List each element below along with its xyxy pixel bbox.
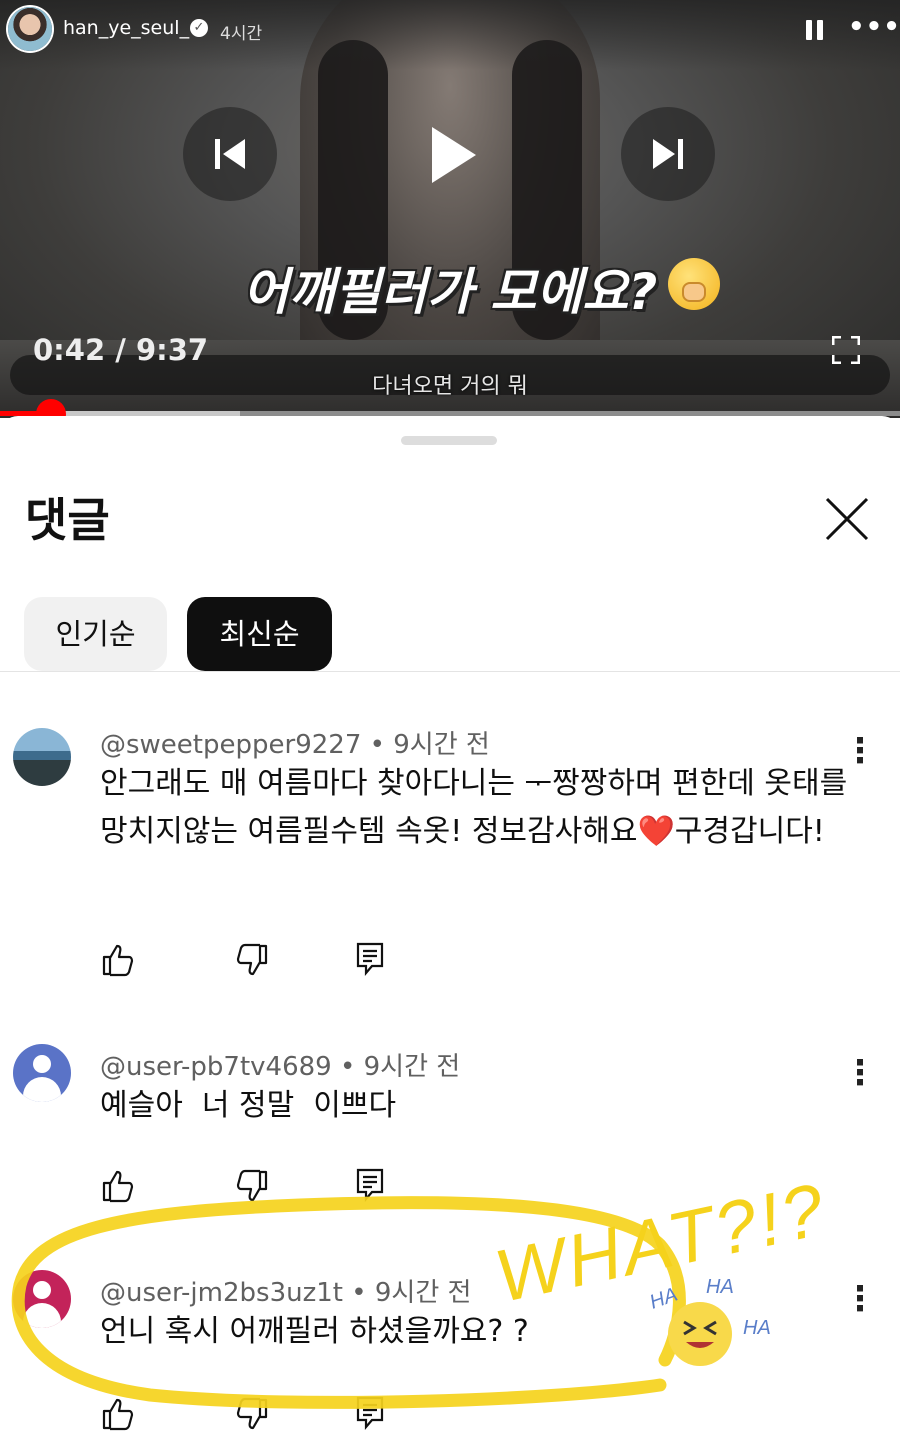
comment-meta: @sweetpepper9227 • 9시간 전 (100, 724, 490, 761)
video-caption: 어깨필러가 모에요? (242, 263, 658, 321)
sort-popular-chip[interactable]: 인기순 (24, 597, 167, 671)
comment-time: 9시간 전 (374, 1278, 472, 1308)
comment-text: 예슬아 너 정말 이쁘다 (100, 1088, 397, 1123)
story-header: han_ye_seul_ ✓ 4시간 ••• (0, 0, 900, 60)
comment-time: 9시간 전 (393, 730, 490, 760)
meta-dot: • (369, 730, 394, 760)
avatar-head (33, 1055, 51, 1073)
story-avatar[interactable] (8, 7, 52, 51)
like-icon[interactable] (100, 1168, 136, 1204)
play-icon (432, 127, 476, 183)
avatar[interactable] (13, 1044, 71, 1102)
skip-previous-icon (215, 139, 245, 169)
dislike-icon[interactable] (234, 942, 270, 978)
next-video-button[interactable] (621, 107, 715, 201)
comment-text-part: 구경갑니다! (674, 814, 825, 849)
comment-author[interactable]: @user-jm2bs3uz1t (100, 1278, 343, 1308)
video-player[interactable]: 어깨필러가 모에요? 0:42 / 9:37 다녀오면 거의 뭐 (0, 0, 900, 418)
fullscreen-icon[interactable] (832, 336, 860, 364)
avatar-body (23, 1077, 61, 1102)
comment-item: @user-pb7tv4689 • 9시간 전 예슬아 너 정말 이쁘다 ⋮ (0, 1038, 900, 1208)
comment-time: 9시간 전 (363, 1052, 461, 1082)
current-time: 0:42 (33, 333, 106, 367)
comment-item: @user-jm2bs3uz1t • 9시간 전 언니 혹시 어깨필러 하셨을까… (0, 1264, 900, 1447)
avatar[interactable] (13, 1270, 71, 1328)
skip-next-icon (653, 139, 683, 169)
comment-text: 안그래도 매 여름마다 찾아다니는 ᅮ짱짱하며 편한데 옷태를 망치지않는 여름… (100, 760, 850, 856)
comment-meta: @user-pb7tv4689 • 9시간 전 (100, 1046, 460, 1083)
story-username[interactable]: han_ye_seul_ (63, 17, 189, 39)
meta-dot: • (351, 1278, 375, 1308)
verified-badge-icon: ✓ (190, 19, 208, 37)
avatar-body (23, 1303, 61, 1328)
comments-title: 댓글 (25, 493, 110, 547)
comment-more-icon[interactable]: ⋮ (843, 1282, 877, 1316)
meta-dot: • (340, 1052, 364, 1082)
close-icon[interactable] (824, 496, 870, 542)
like-icon[interactable] (100, 942, 136, 978)
comment-more-icon[interactable]: ⋮ (843, 1056, 877, 1090)
comment-item: @sweetpepper9227 • 9시간 전 안그래도 매 여름마다 찾아다… (0, 716, 900, 1006)
duration: 9:37 (135, 333, 209, 367)
comments-sheet: 댓글 인기순 최신순 @sweetpepper9227 • 9시간 전 안그래도… (0, 416, 900, 1447)
dislike-icon[interactable] (234, 1168, 270, 1204)
comment-author[interactable]: @user-pb7tv4689 (100, 1052, 332, 1082)
comment-meta: @user-jm2bs3uz1t • 9시간 전 (100, 1272, 471, 1309)
sheet-drag-handle[interactable] (401, 436, 497, 445)
reply-icon[interactable] (352, 940, 388, 976)
previous-video-button[interactable] (183, 107, 277, 201)
reply-icon[interactable] (352, 1394, 388, 1430)
sort-newest-chip[interactable]: 최신순 (187, 597, 332, 671)
reply-icon[interactable] (352, 1166, 388, 1202)
shushing-face-emoji-icon (668, 258, 720, 310)
time-separator: / (105, 333, 136, 367)
avatar-head (33, 1281, 51, 1299)
like-icon[interactable] (100, 1396, 136, 1432)
avatar[interactable] (13, 728, 71, 786)
more-options-icon[interactable]: ••• (848, 14, 900, 40)
comment-more-icon[interactable]: ⋮ (843, 734, 877, 768)
comment-text: 언니 혹시 어깨필러 하셨을까요? ? (100, 1314, 529, 1349)
video-subtitle: 다녀오면 거의 뭐 (372, 374, 528, 399)
story-time: 4시간 (220, 24, 263, 44)
play-button[interactable] (400, 100, 510, 210)
heart-emoji-icon: ❤️ (637, 814, 675, 849)
video-time: 0:42 / 9:37 (33, 333, 208, 367)
comment-author[interactable]: @sweetpepper9227 (100, 730, 361, 760)
divider (0, 671, 900, 672)
dislike-icon[interactable] (234, 1396, 270, 1432)
pause-icon[interactable] (806, 20, 824, 40)
